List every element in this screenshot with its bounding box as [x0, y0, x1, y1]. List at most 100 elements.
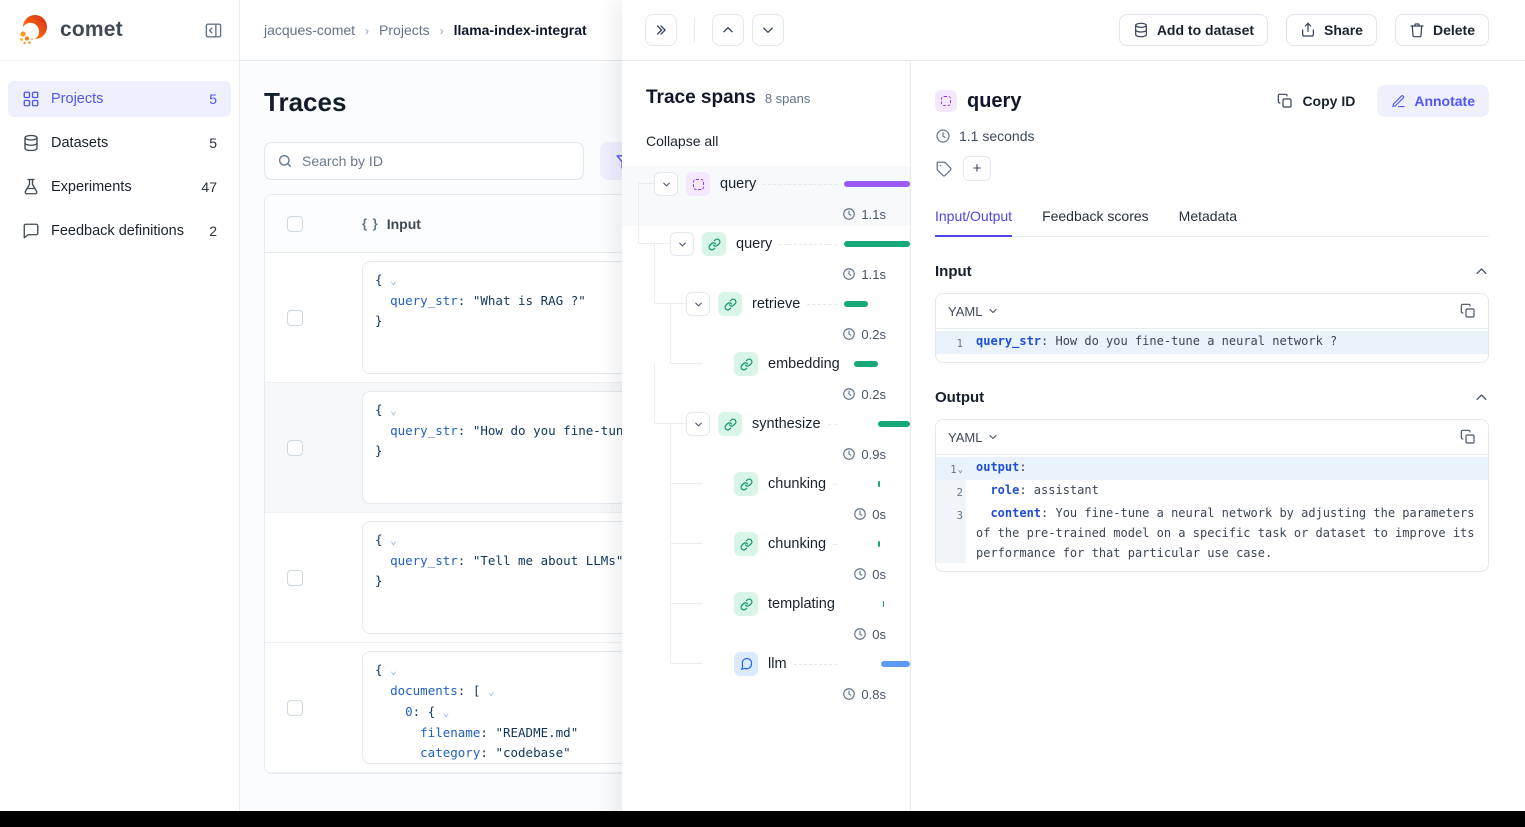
- span-row-templating[interactable]: templating 0s: [622, 586, 910, 646]
- chain-icon: [724, 298, 737, 311]
- span-name: llm: [768, 656, 787, 672]
- leader-line: [779, 244, 837, 245]
- spans-count: 8 spans: [765, 91, 811, 106]
- row-checkbox[interactable]: [287, 440, 303, 456]
- tab-input-output[interactable]: Input/Output: [935, 208, 1012, 237]
- collapse-all-link[interactable]: Collapse all: [622, 133, 910, 149]
- span-row-embedding[interactable]: embedding 0.2s: [622, 346, 910, 406]
- span-type-icon: [734, 532, 758, 556]
- span-duration-bar: [854, 361, 878, 367]
- row-checkbox[interactable]: [287, 570, 303, 586]
- input-column-header[interactable]: { } Input: [362, 216, 421, 232]
- search-input[interactable]: [302, 153, 571, 169]
- leader-line: [833, 544, 837, 545]
- span-expand-button[interactable]: [654, 172, 678, 196]
- span-row-retrieve[interactable]: retrieve 0.2s: [622, 286, 910, 346]
- span-type-icon: [734, 352, 758, 376]
- leader-line: [807, 304, 837, 305]
- sidebar-item-count: 5: [209, 135, 217, 151]
- next-trace-button[interactable]: [752, 14, 784, 46]
- chain-icon: [740, 478, 753, 491]
- input-format-select[interactable]: YAML: [948, 304, 999, 319]
- clock-icon: [853, 627, 867, 641]
- chain-icon: [740, 358, 753, 371]
- span-timeline: [844, 181, 910, 187]
- sidebar-item-datasets[interactable]: Datasets 5: [8, 125, 231, 161]
- tab-metadata[interactable]: Metadata: [1179, 208, 1237, 237]
- breadcrumb-item[interactable]: Projects: [379, 22, 430, 38]
- chain-icon: [724, 418, 737, 431]
- bottom-bar: [0, 811, 1525, 827]
- span-timeline: [844, 481, 910, 487]
- leader-line: [828, 424, 837, 425]
- sidebar-collapse-icon[interactable]: [204, 21, 223, 40]
- sidebar-header: comet: [0, 0, 239, 61]
- trash-icon: [1409, 22, 1425, 38]
- span-name: chunking: [768, 476, 826, 492]
- logo-text: comet: [60, 18, 123, 42]
- clock-icon: [842, 687, 856, 701]
- chain-icon: [740, 538, 753, 551]
- collapse-input-icon[interactable]: [1474, 264, 1489, 279]
- span-type-icon: [718, 412, 742, 436]
- grid-icon: [22, 90, 40, 108]
- collapse-output-icon[interactable]: [1474, 390, 1489, 405]
- span-row-llm[interactable]: llm 0.8s: [622, 646, 910, 706]
- annotate-button[interactable]: Annotate: [1377, 85, 1489, 117]
- span-duration-label: 0.2s: [622, 382, 910, 406]
- span-expand-button[interactable]: [670, 232, 694, 256]
- search-icon: [277, 153, 293, 169]
- sidebar-item-feedback-definitions[interactable]: Feedback definitions 2: [8, 213, 231, 249]
- span-row-query[interactable]: query 1.1s: [622, 166, 910, 226]
- breadcrumb-item[interactable]: jacques-comet: [264, 22, 355, 38]
- leader-line: [763, 184, 837, 185]
- clock-icon: [842, 327, 856, 341]
- tab-feedback-scores[interactable]: Feedback scores: [1042, 208, 1149, 237]
- tag-icon: [935, 160, 953, 178]
- span-type-icon: [686, 172, 710, 196]
- span-row-synthesize[interactable]: synthesize 0.9s: [622, 406, 910, 466]
- prev-trace-button[interactable]: [712, 14, 744, 46]
- fold-chevron-icon[interactable]: ⌄: [958, 460, 963, 480]
- sidebar-item-experiments[interactable]: Experiments 47: [8, 169, 231, 205]
- delete-button[interactable]: Delete: [1395, 14, 1489, 46]
- row-checkbox[interactable]: [287, 700, 303, 716]
- share-button[interactable]: Share: [1286, 14, 1377, 46]
- trace-type-icon: [935, 90, 957, 112]
- row-checkbox[interactable]: [287, 310, 303, 326]
- output-format-select[interactable]: YAML: [948, 430, 999, 445]
- chevron-down-icon: [987, 305, 999, 317]
- chat-icon: [22, 222, 40, 240]
- copy-output-button[interactable]: [1460, 429, 1476, 445]
- span-timeline: [844, 241, 910, 247]
- span-duration-bar: [878, 421, 910, 427]
- sidebar-item-projects[interactable]: Projects 5: [8, 81, 231, 117]
- span-type-icon: [718, 292, 742, 316]
- span-expand-button[interactable]: [686, 412, 710, 436]
- search-box[interactable]: [264, 142, 584, 180]
- span-name: synthesize: [752, 416, 821, 432]
- span-row-chunking[interactable]: chunking 0s: [622, 466, 910, 526]
- copy-icon: [1277, 93, 1293, 109]
- chain-icon: [708, 238, 721, 251]
- span-title: query: [967, 90, 1021, 113]
- span-duration-bar: [844, 181, 910, 187]
- database-icon: [22, 134, 40, 152]
- add-to-dataset-button[interactable]: Add to dataset: [1119, 14, 1268, 46]
- chevron-down-icon: [987, 431, 999, 443]
- clock-icon: [842, 387, 856, 401]
- trace-spans-panel: Trace spans 8 spans Collapse all query 1: [622, 61, 911, 827]
- close-panel-button[interactable]: [645, 14, 677, 46]
- copy-id-button[interactable]: Copy ID: [1277, 93, 1355, 109]
- span-detail-panel: query Copy ID Annotate 1.1 se: [911, 61, 1525, 827]
- span-name: chunking: [768, 536, 826, 552]
- copy-input-button[interactable]: [1460, 303, 1476, 319]
- code-line: 1query_str: How do you fine-tune a neura…: [936, 331, 1488, 354]
- span-row-query[interactable]: query 1.1s: [622, 226, 910, 286]
- span-expand-button[interactable]: [686, 292, 710, 316]
- overlay-toolbar: Add to dataset Share Delete: [622, 0, 1525, 61]
- select-all-checkbox[interactable]: [287, 216, 303, 232]
- sidebar: comet Projects 5 Datasets 5: [0, 0, 240, 827]
- span-row-chunking[interactable]: chunking 0s: [622, 526, 910, 586]
- add-tag-button[interactable]: +: [963, 156, 991, 181]
